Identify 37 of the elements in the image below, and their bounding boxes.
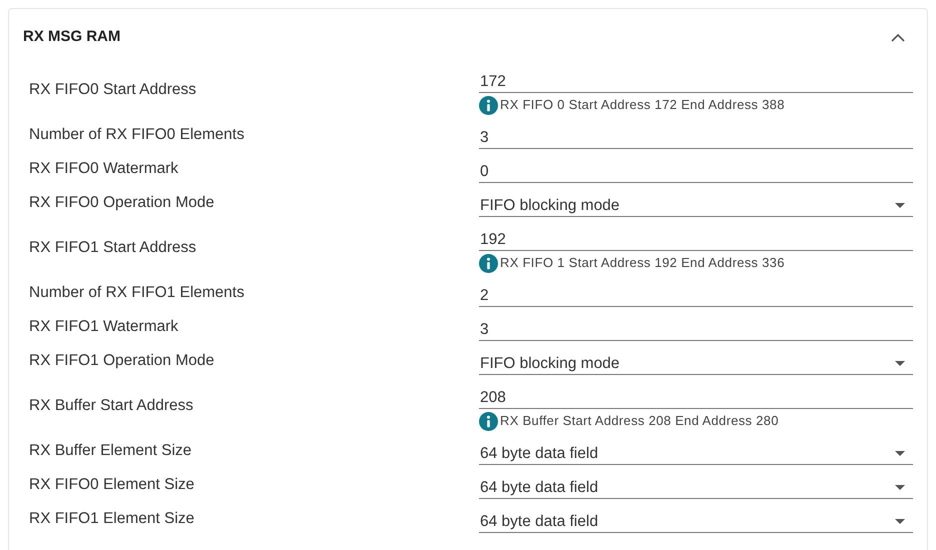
helper-text: RX FIFO 0 Start Address 172 End Address 388 [500, 96, 785, 114]
input-field[interactable]: 0 [479, 155, 913, 183]
dropdown[interactable]: 64 byte data field [479, 505, 913, 533]
helper-text: RX FIFO 1 Start Address 192 End Address 336 [500, 254, 785, 272]
field-label: RX Buffer Element Size [29, 441, 193, 462]
field-label: Number of RX FIFO1 Elements [29, 283, 246, 304]
input-field[interactable]: 2 [479, 279, 913, 307]
field-label: RX FIFO0 Operation Mode [29, 193, 216, 214]
field-label: RX Buffer Start Address [29, 396, 194, 416]
field-label: RX FIFO0 Watermark [29, 159, 180, 180]
dropdown[interactable]: FIFO blocking mode [479, 189, 913, 217]
dropdown-arrow-icon [895, 519, 905, 524]
dropdown-arrow-icon [895, 203, 905, 208]
input-field[interactable]: 172 [479, 65, 913, 93]
dropdown-arrow-icon [895, 451, 905, 456]
input-field[interactable]: 3 [479, 313, 913, 341]
field-label: RX FIFO1 Start Address [29, 238, 198, 258]
collapse-icon[interactable] [891, 32, 905, 42]
input-field[interactable]: 3 [479, 121, 913, 149]
field-label: RX FIFO1 Element Size [29, 509, 196, 530]
field-label: RX FIFO1 Watermark [29, 317, 180, 338]
info-icon [479, 96, 498, 114]
dropdown[interactable]: 64 byte data field [479, 437, 913, 465]
section-title: RX MSG RAM [23, 26, 120, 47]
dropdown[interactable]: 64 byte data field [479, 471, 913, 499]
field-label: Number of RX FIFO0 Elements [29, 125, 246, 146]
dropdown[interactable]: FIFO blocking mode [479, 347, 913, 375]
field-label: RX FIFO0 Element Size [29, 475, 196, 496]
info-icon [479, 254, 498, 272]
field-label: RX FIFO1 Operation Mode [29, 351, 216, 372]
input-field[interactable]: 208 [479, 381, 913, 409]
input-field[interactable]: 192 [479, 223, 913, 251]
helper-text: RX Buffer Start Address 208 End Address 280 [500, 412, 779, 430]
dropdown-arrow-icon [895, 485, 905, 490]
field-label: RX FIFO0 Start Address [29, 80, 198, 100]
dropdown-arrow-icon [895, 361, 905, 366]
info-icon [479, 412, 498, 430]
